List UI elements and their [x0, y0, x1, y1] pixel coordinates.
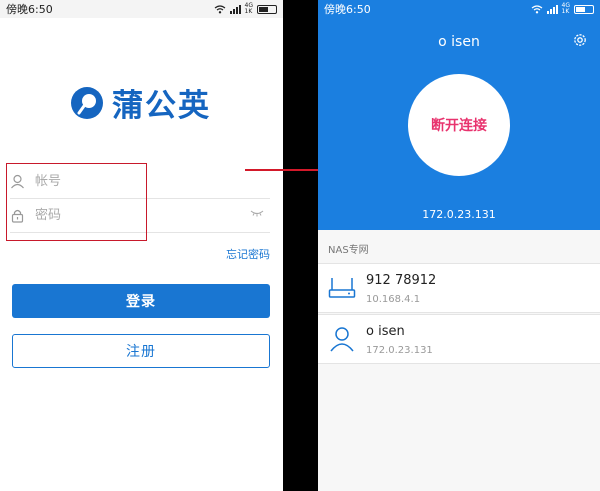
disconnect-button[interactable]: 断开连接 — [408, 74, 510, 176]
section-title: NAS专网 — [328, 245, 369, 256]
list-item[interactable]: o isen 172.0.23.131 — [318, 314, 600, 364]
list-item[interactable]: 912 78912 10.168.4.1 — [318, 263, 600, 313]
network-speed: 1K — [244, 8, 253, 15]
router-icon — [328, 278, 356, 298]
signal-icon — [546, 4, 558, 14]
forgot-password-link[interactable]: 忘记密码 — [226, 246, 270, 262]
status-bar: 傍晚6:50 4G 1K — [0, 0, 283, 18]
wifi-icon — [214, 4, 225, 13]
wifi-icon — [531, 4, 542, 13]
credentials-highlight-box — [6, 163, 147, 241]
device-title: o isen — [366, 324, 405, 339]
battery-icon — [574, 4, 594, 14]
status-time: 傍晚6:50 — [6, 3, 53, 16]
dandelion-logo-icon — [71, 86, 103, 119]
device-name: o isen — [438, 34, 480, 50]
status-bar: 傍晚6:50 4G 1K — [318, 0, 600, 18]
app-logo-text: 蒲公英 — [112, 88, 211, 124]
password-visibility-icon[interactable] — [250, 209, 264, 217]
gear-icon[interactable] — [572, 32, 588, 48]
network-speed: 1K — [561, 8, 570, 15]
connection-header: o isen 断开连接 172.0.23.131 — [318, 18, 600, 230]
user-icon — [330, 327, 354, 352]
app-logo: 蒲公英 — [70, 80, 211, 125]
signal-icon — [229, 4, 241, 14]
login-screen: 傍晚6:50 4G 1K 蒲公英 帐号 忘记密码 登录 注册 — [0, 0, 283, 491]
device-ip: 172.0.23.131 — [366, 345, 433, 356]
connected-screen: 傍晚6:50 4G 1K o isen 断开连接 172.0.23.131 NA… — [318, 0, 600, 491]
battery-icon — [257, 4, 277, 14]
ip-address: 172.0.23.131 — [422, 208, 496, 221]
login-button[interactable]: 登录 — [12, 284, 270, 318]
device-ip: 10.168.4.1 — [366, 294, 421, 305]
status-time: 傍晚6:50 — [324, 3, 371, 16]
device-title: 912 78912 — [366, 273, 437, 288]
register-button[interactable]: 注册 — [12, 334, 270, 368]
